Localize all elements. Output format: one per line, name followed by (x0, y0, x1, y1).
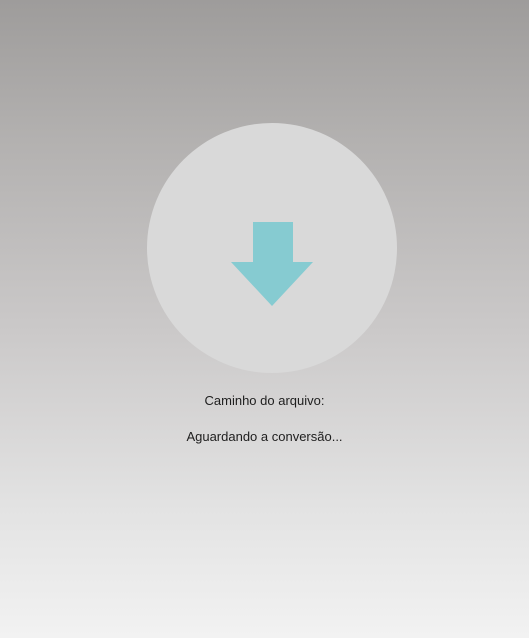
file-path-label: Caminho do arquivo: (204, 393, 325, 408)
file-drop-zone[interactable] (147, 123, 397, 373)
conversion-status: Aguardando a conversão... (186, 429, 343, 444)
download-arrow-icon (231, 222, 313, 306)
